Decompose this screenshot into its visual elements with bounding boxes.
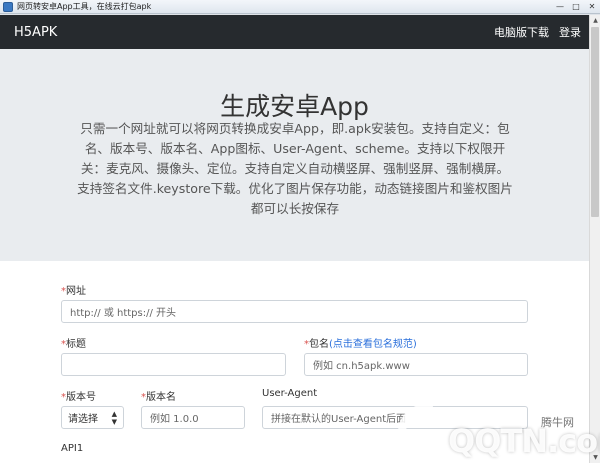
navbar: H5APK 电脑版下载 登录 xyxy=(0,15,589,49)
nav-login-link[interactable]: 登录 xyxy=(559,24,581,40)
url-input[interactable]: http:// 或 https:// 开头 xyxy=(61,300,528,323)
scroll-thumb[interactable] xyxy=(591,27,599,217)
hero-description: 只需一个网址就可以将网页转换成安卓App，即.apk安装包。支持自定义：包名、版… xyxy=(77,121,513,216)
package-label: *包名(点击查看包名规范) xyxy=(304,339,417,350)
watermark: QQTN.com 腾牛网 xyxy=(387,393,600,463)
watermark-site-name: 腾牛网 xyxy=(541,416,574,429)
vertical-scrollbar[interactable]: ▲ ▼ xyxy=(589,15,600,463)
scroll-up-arrow-icon[interactable]: ▲ xyxy=(590,15,600,26)
version-name-input[interactable]: 例如 1.0.0 xyxy=(141,406,245,429)
version-name-placeholder: 例如 1.0.0 xyxy=(150,414,199,425)
url-label: *网址 xyxy=(61,286,86,297)
window-title: 网页转安卓App工具，在线云打包apk xyxy=(17,2,152,11)
minimize-button[interactable]: — xyxy=(552,1,568,13)
package-input[interactable]: 例如 cn.h5apk.www xyxy=(304,353,528,376)
watermark-brand: QQTN.com xyxy=(448,422,600,460)
close-button[interactable]: ✕ xyxy=(584,1,600,13)
version-code-select[interactable]: 请选择 ▲ ▼ xyxy=(61,406,124,429)
maximize-button[interactable]: □ xyxy=(568,1,584,13)
version-code-selected: 请选择 xyxy=(68,414,98,425)
select-arrows-icon: ▲ ▼ xyxy=(111,409,117,426)
brand-logo[interactable]: H5APK xyxy=(14,25,57,40)
window-controls: — □ ✕ xyxy=(552,1,600,13)
package-rules-link[interactable]: (点击查看包名规范) xyxy=(329,339,417,350)
app-icon xyxy=(3,1,13,12)
version-code-label: *版本号 xyxy=(61,392,96,403)
user-agent-placeholder: 拼接在默认的User-Agent后面 xyxy=(271,414,407,425)
nav-desktop-download-link[interactable]: 电脑版下载 xyxy=(494,24,549,40)
nav-links: 电脑版下载 登录 xyxy=(494,24,581,40)
url-placeholder: http:// 或 https:// 开头 xyxy=(70,308,177,319)
user-agent-label: User-Agent xyxy=(262,388,318,399)
api1-label: API1 xyxy=(61,443,84,454)
window-titlebar: 网页转安卓App工具，在线云打包apk — □ ✕ xyxy=(0,0,600,14)
title-label: *标题 xyxy=(61,339,86,350)
hero-title: 生成安卓App xyxy=(220,92,369,121)
package-placeholder: 例如 cn.h5apk.www xyxy=(313,361,410,372)
hero-banner: 生成安卓App 只需一个网址就可以将网页转换成安卓App，即.apk安装包。支持… xyxy=(0,49,589,261)
title-input[interactable] xyxy=(61,353,286,376)
version-name-label: *版本名 xyxy=(141,392,176,403)
